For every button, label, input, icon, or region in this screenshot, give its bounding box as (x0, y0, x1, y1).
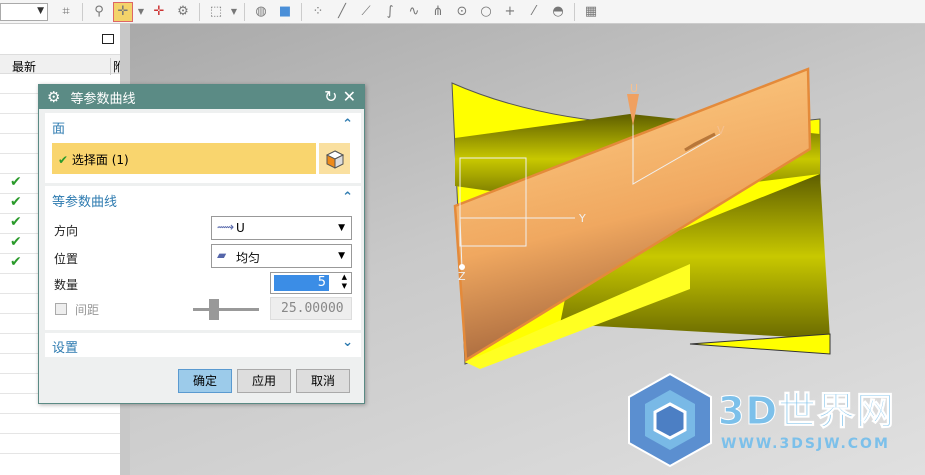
check-icon: ✔ (10, 234, 22, 250)
position-label: 位置 (54, 252, 79, 266)
collapse-icon[interactable]: ⌃ (342, 117, 353, 132)
grid-icon[interactable]: ▦ (581, 2, 601, 22)
list-item[interactable] (0, 434, 120, 454)
curve-section-title[interactable]: 等参数曲线 (52, 191, 117, 210)
count-input[interactable]: 5 (274, 275, 329, 291)
circle-point-icon[interactable]: ⊙ (452, 2, 472, 22)
spacing-label: 间距 (75, 303, 100, 317)
gear-icon[interactable]: ⚙ (47, 88, 60, 106)
axis-u-label: U (630, 82, 638, 95)
check-icon: ✔ (10, 174, 22, 190)
watermark-url: WWW.3DSJW.COM (721, 436, 890, 452)
collapse-icon[interactable]: ⌃ (342, 190, 353, 205)
check-icon: ✔ (10, 214, 22, 230)
settings-section: 设置 ⌄ (45, 333, 361, 357)
face-section: 面 ⌃ ✔ 选择面 (1) (45, 113, 361, 183)
point-snap-icon[interactable]: ✛ (149, 2, 169, 22)
stepper-arrows-icon[interactable]: ▲ ▼ (342, 273, 347, 291)
line2-icon[interactable]: ⟋ (356, 2, 376, 22)
expand-icon[interactable]: ⌄ (342, 335, 353, 350)
dialog-title-bar[interactable]: ⚙ 等参数曲线 ↻ ✕ (39, 85, 364, 109)
intersection-icon[interactable]: ⋔ (428, 2, 448, 22)
spacing-checkbox[interactable] (55, 303, 67, 315)
watermark: 3D世界网 WWW.3DSJW.COM (623, 370, 913, 470)
check-icon: ✔ (10, 194, 22, 210)
select-face-label: 选择面 (1) (71, 153, 129, 167)
cube-icon (325, 149, 344, 169)
watermark-title: 3D世界网 (718, 389, 895, 434)
cube-icon[interactable]: ■ (275, 2, 295, 22)
dropdown-icon[interactable]: ▼ (230, 2, 238, 22)
direction-dropdown[interactable]: ⟿ U (211, 216, 352, 240)
toolbar-combo[interactable] (0, 2, 48, 21)
position-dropdown[interactable]: ▰ 均匀 (211, 244, 352, 268)
watermark-logo-icon (628, 372, 712, 468)
spacing-input[interactable]: 25.00000 (270, 297, 352, 320)
dialog-title: 等参数曲线 (70, 91, 136, 107)
toolbar: ⌗ ⚲ ✛ ▼ ✛ ⚙ ⬚ ▼ ◍ ■ ⁘ ╱ ⟋ ∫ ∿ ⋔ ⊙ ○ + ⁄ … (0, 0, 925, 24)
reset-icon[interactable]: ↻ (324, 87, 337, 106)
dropdown-icon[interactable]: ▼ (137, 2, 145, 22)
column-latest[interactable]: 最新 (12, 58, 36, 75)
direction-label: 方向 (54, 224, 79, 238)
face-select-button[interactable] (319, 143, 350, 174)
curve-icon[interactable]: ∫ (380, 2, 400, 22)
snap-icon[interactable]: ⌗ (56, 2, 76, 22)
count-label: 数量 (54, 278, 79, 292)
face-section-title[interactable]: 面 (52, 118, 65, 137)
scatter-icon[interactable]: ⁘ (308, 2, 328, 22)
navigator-header: 最新 附 (0, 54, 125, 75)
position-value: 均匀 (236, 251, 261, 265)
count-stepper[interactable]: 5 ▲ ▼ (270, 272, 352, 294)
face-icon[interactable]: ◓ (548, 2, 568, 22)
axis-v-label: V (717, 124, 725, 137)
cancel-button[interactable]: 取消 (296, 369, 350, 393)
component-icon[interactable]: ⚙ (173, 2, 193, 22)
circle-icon[interactable]: ○ (476, 2, 496, 22)
check-icon: ✔ (58, 153, 69, 167)
axis-z-label: Z (458, 270, 466, 283)
direction-icon: ⟿ (217, 220, 235, 234)
isoparametric-curve-dialog: ⚙ 等参数曲线 ↻ ✕ 面 ⌃ ✔ 选择面 (1) 等参数曲线 ⌃ 方向 ⟿ U … (38, 84, 365, 404)
axis-y-label: Y (578, 212, 586, 225)
selection-filter-icon[interactable]: ✛ (113, 1, 133, 22)
isoparametric-section: 等参数曲线 ⌃ 方向 ⟿U 位置 ▰ 均匀 数量 5 ▲▼ 间距 25.00000 (45, 186, 361, 330)
uniform-icon: ▰ (217, 248, 227, 262)
rectangle-select-icon[interactable]: ⬚ (206, 2, 226, 22)
spline-icon[interactable]: ∿ (404, 2, 424, 22)
line-icon[interactable]: ╱ (332, 2, 352, 22)
filter-icon[interactable]: ⚲ (89, 2, 109, 22)
select-face-field[interactable]: ✔ 选择面 (1) (52, 143, 316, 174)
tangent-icon[interactable]: ⁄ (524, 2, 544, 22)
ok-button[interactable]: 确定 (178, 369, 232, 393)
shaded-view-icon[interactable]: ◍ (251, 2, 271, 22)
spacing-slider[interactable] (193, 299, 259, 320)
apply-button[interactable]: 应用 (237, 369, 291, 393)
direction-value: U (236, 221, 245, 235)
slider-handle[interactable] (209, 299, 219, 320)
maximize-icon[interactable] (102, 34, 114, 44)
check-icon: ✔ (10, 254, 22, 270)
settings-section-title[interactable]: 设置 (52, 337, 78, 356)
close-icon[interactable]: ✕ (343, 87, 356, 106)
cross-icon[interactable]: + (500, 2, 520, 22)
list-item[interactable] (0, 414, 120, 434)
